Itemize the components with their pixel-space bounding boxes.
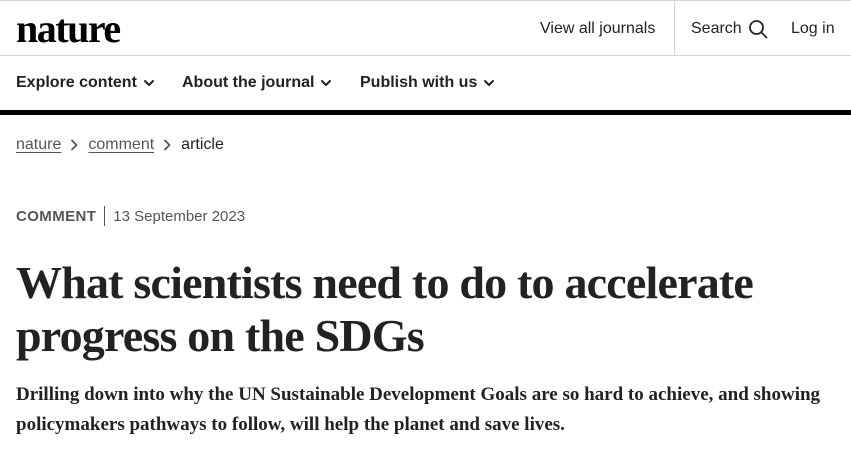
nav-publish-with-us[interactable]: Publish with us [360, 56, 495, 110]
nav-publish-label: Publish with us [360, 74, 478, 91]
breadcrumb: nature comment article [16, 134, 224, 156]
publication-date: 13 September 2023 [113, 207, 246, 225]
article-title: What scientists need to do to accelerate… [16, 257, 754, 361]
article-meta: COMMENT 13 September 2023 [16, 205, 245, 227]
chevron-right-icon [61, 139, 88, 151]
main-nav: Explore content About the journal Publis… [0, 56, 851, 110]
nav-about-label: About the journal [182, 74, 315, 91]
login-link[interactable]: Log in [791, 1, 835, 56]
nature-logo[interactable]: nature [16, 7, 121, 51]
header-divider [674, 1, 675, 56]
site-header: nature View all journals Search Log in [0, 0, 851, 56]
search-label: Search [691, 20, 742, 37]
nav-explore-content[interactable]: Explore content [16, 56, 155, 110]
chevron-right-icon [154, 139, 181, 151]
view-all-journals-link[interactable]: View all journals [540, 1, 655, 56]
nav-explore-label: Explore content [16, 74, 137, 91]
nav-about-journal[interactable]: About the journal [182, 56, 332, 110]
nav-rule [0, 110, 851, 115]
chevron-down-icon [143, 80, 154, 86]
breadcrumb-link-comment[interactable]: comment [88, 136, 154, 154]
article-type: COMMENT [16, 207, 97, 225]
article-standfirst: Drilling down into why the UN Sustainabl… [16, 384, 821, 435]
chevron-down-icon [321, 80, 332, 86]
search-button[interactable]: Search [691, 1, 768, 56]
search-icon [748, 19, 768, 38]
meta-divider [104, 206, 106, 226]
breadcrumb-link-nature[interactable]: nature [16, 136, 61, 154]
breadcrumb-current: article [181, 136, 224, 153]
chevron-down-icon [484, 80, 495, 86]
